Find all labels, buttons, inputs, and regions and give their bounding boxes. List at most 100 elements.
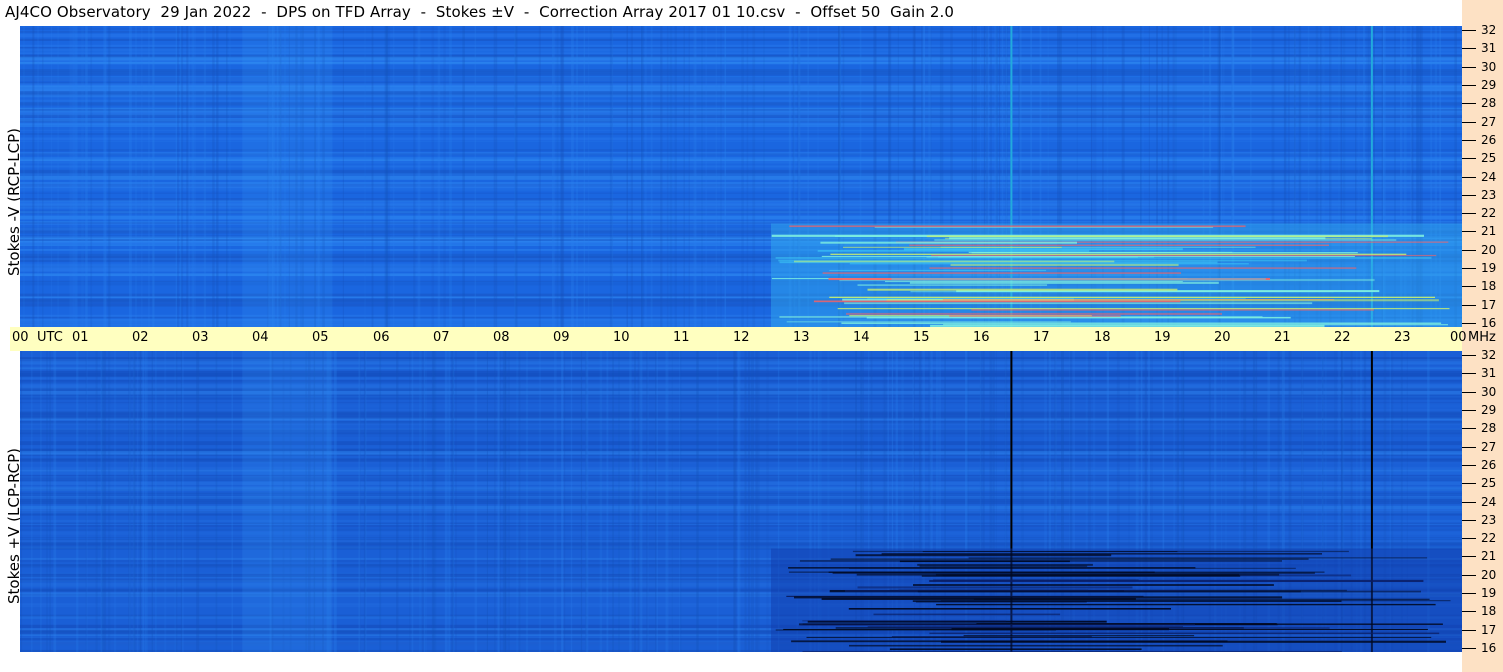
time-tick-label: 08 xyxy=(493,330,510,345)
time-tick-label: 12 xyxy=(733,330,750,345)
emission-streak xyxy=(891,278,1266,280)
time-tick-label: 01 xyxy=(72,330,89,345)
emission-streak xyxy=(885,281,1183,283)
freq-tick xyxy=(1462,48,1476,49)
emission-streak xyxy=(841,322,1442,324)
texture-band xyxy=(242,26,333,327)
time-striation xyxy=(137,351,139,652)
freq-striation xyxy=(20,211,1462,214)
time-striation xyxy=(518,351,521,652)
time-striation xyxy=(665,351,668,652)
emission-streak xyxy=(909,281,1219,284)
freq-tick-label: 27 xyxy=(1481,115,1497,129)
emission-streak xyxy=(788,571,1325,573)
time-striation xyxy=(413,26,416,327)
texture-band xyxy=(242,351,333,652)
emission-streak xyxy=(968,251,1233,253)
time-striation xyxy=(493,26,496,327)
time-striation xyxy=(392,26,395,327)
freq-tick xyxy=(1462,268,1476,269)
time-striation xyxy=(646,351,649,652)
time-striation xyxy=(556,26,559,327)
freq-tick xyxy=(1462,428,1476,429)
freq-striation xyxy=(20,125,1462,127)
time-striation xyxy=(396,351,399,652)
emission-streak xyxy=(866,316,1291,319)
freq-tick xyxy=(1462,630,1476,631)
time-striation xyxy=(626,26,628,327)
time-striation xyxy=(364,26,366,327)
time-striation xyxy=(629,351,632,652)
time-tick-label: 20 xyxy=(1214,330,1231,345)
freq-striation xyxy=(20,200,1462,202)
emission-streak xyxy=(949,315,1121,317)
time-striation xyxy=(433,351,437,652)
emission-streak xyxy=(949,237,1326,240)
time-striation xyxy=(90,26,93,327)
emission-streak xyxy=(802,651,1342,652)
time-striation xyxy=(101,351,105,652)
time-striation xyxy=(50,26,53,327)
emission-streak xyxy=(813,300,1181,303)
freq-tick-label: 25 xyxy=(1481,151,1497,165)
time-striation xyxy=(31,351,33,652)
time-striation xyxy=(525,351,529,652)
emission-streak xyxy=(917,590,1421,593)
time-tick-label: 23 xyxy=(1394,330,1411,345)
time-striation xyxy=(85,26,88,327)
time-striation xyxy=(229,26,231,327)
time-striation xyxy=(737,351,740,652)
time-striation xyxy=(639,351,641,652)
freq-striation xyxy=(20,118,1462,122)
time-striation xyxy=(85,351,87,652)
emission-streak xyxy=(968,557,1428,559)
time-tick-label: 00 xyxy=(12,330,29,345)
time-striation xyxy=(497,351,500,652)
time-striation xyxy=(135,26,137,327)
freq-striation xyxy=(20,161,1462,164)
freq-tick xyxy=(1462,30,1476,31)
time-striation xyxy=(474,26,477,327)
freq-tick xyxy=(1462,323,1476,324)
time-striation xyxy=(451,351,454,652)
time-striation xyxy=(449,26,452,327)
freq-tick-label: 30 xyxy=(1481,60,1497,74)
time-tick-label: 00 xyxy=(1450,330,1467,345)
time-striation xyxy=(133,351,136,652)
time-striation xyxy=(671,351,673,652)
time-striation xyxy=(57,26,59,327)
emission-streak xyxy=(849,263,1249,265)
freq-tick xyxy=(1462,593,1476,594)
freq-tick xyxy=(1462,483,1476,484)
time-striation xyxy=(674,26,677,327)
freq-tick xyxy=(1462,520,1476,521)
freq-tick-label: 20 xyxy=(1481,568,1497,582)
freq-striation xyxy=(20,140,1462,143)
time-striation xyxy=(174,351,176,652)
emission-streak xyxy=(926,235,1388,238)
time-striation xyxy=(696,351,699,652)
spectrogram-top xyxy=(20,26,1462,327)
freq-tick-label: 27 xyxy=(1481,440,1497,454)
time-striation xyxy=(196,351,200,652)
time-striation xyxy=(147,26,150,327)
freq-striation xyxy=(20,165,1462,168)
emission-streak xyxy=(843,246,1062,248)
emission-streak xyxy=(848,608,1171,610)
freq-striation xyxy=(20,52,1462,54)
time-tick-label: UTC xyxy=(37,330,63,345)
emission-streak xyxy=(829,296,1435,298)
time-striation xyxy=(561,26,565,327)
freq-tick-label: 29 xyxy=(1481,78,1497,92)
emission-streak xyxy=(822,272,1181,274)
time-striation xyxy=(516,351,519,652)
time-striation xyxy=(371,26,374,327)
time-striation xyxy=(720,26,722,327)
freq-tick xyxy=(1462,648,1476,649)
freq-striation xyxy=(20,38,1462,41)
time-striation xyxy=(650,26,653,327)
time-striation xyxy=(42,26,44,327)
freq-tick xyxy=(1462,538,1476,539)
time-striation xyxy=(494,351,496,652)
freq-tick xyxy=(1462,85,1476,86)
